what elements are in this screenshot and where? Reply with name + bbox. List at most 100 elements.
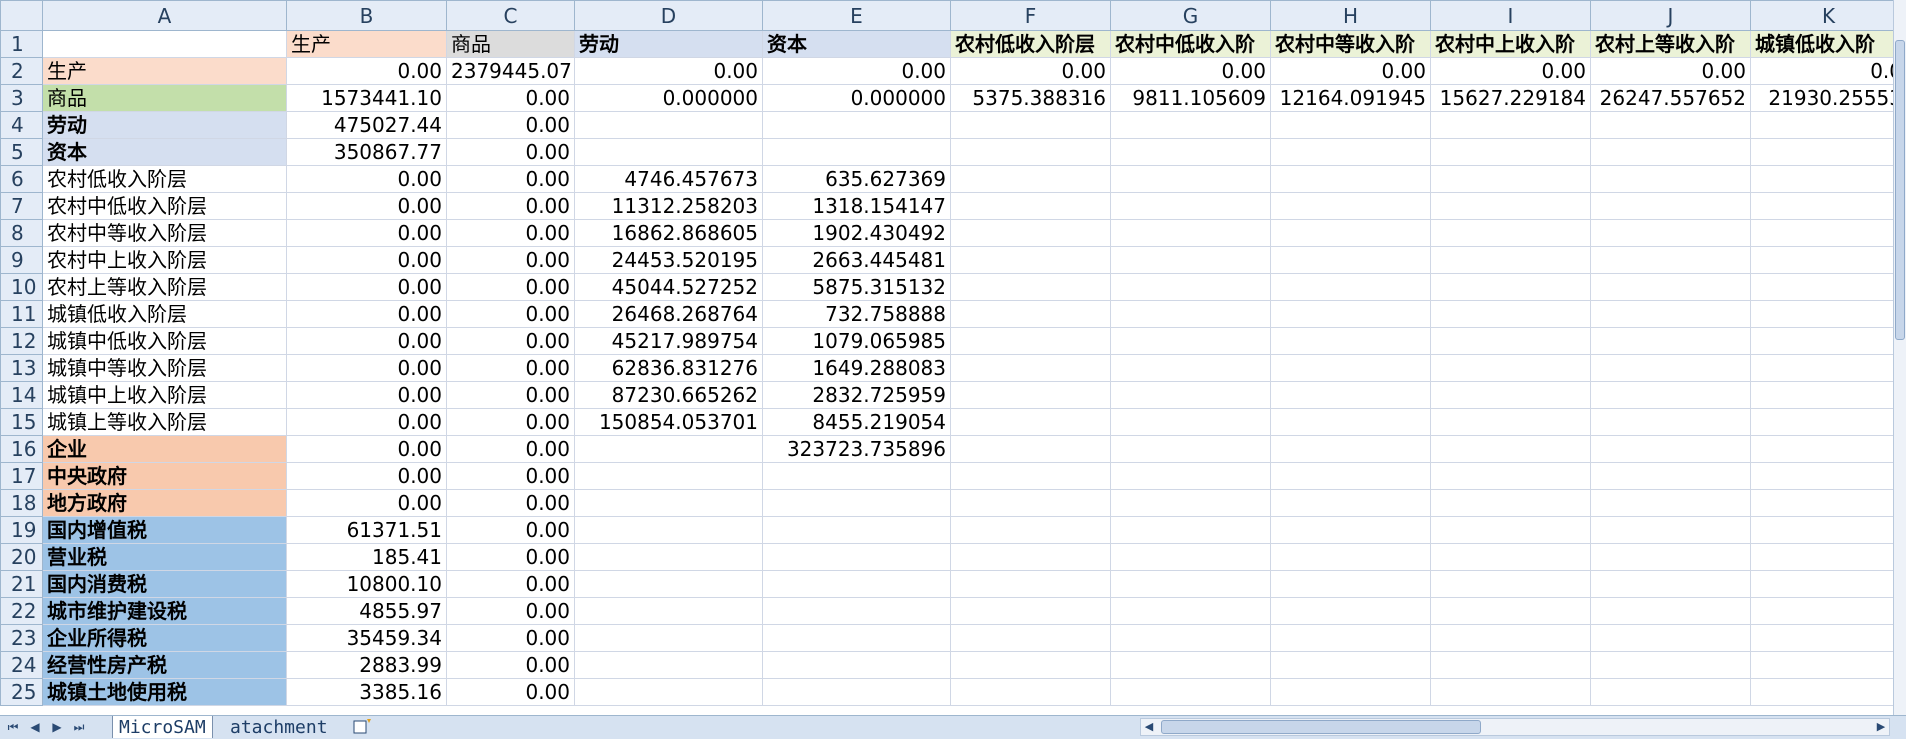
- cell-i20[interactable]: [1430, 543, 1591, 571]
- cell-k16[interactable]: [1750, 435, 1894, 463]
- cell-i12[interactable]: [1430, 327, 1591, 355]
- cell-k6[interactable]: [1750, 165, 1894, 193]
- cell-e2[interactable]: 0.00: [762, 57, 951, 85]
- cell-f20[interactable]: [950, 543, 1111, 571]
- row-header[interactable]: 10: [0, 273, 43, 301]
- cell-b5[interactable]: 350867.77: [286, 138, 447, 166]
- cell-j14[interactable]: [1590, 381, 1751, 409]
- row-header[interactable]: 22: [0, 597, 43, 625]
- cell-h12[interactable]: [1270, 327, 1431, 355]
- cell-h25[interactable]: [1270, 678, 1431, 706]
- cell-c2[interactable]: 2379445.07: [446, 57, 575, 85]
- cell-k24[interactable]: [1750, 651, 1894, 679]
- cell-a16[interactable]: 企业: [42, 435, 287, 463]
- cell-e9[interactable]: 2663.445481: [762, 246, 951, 274]
- cell-j15[interactable]: [1590, 408, 1751, 436]
- cell-f4[interactable]: [950, 111, 1111, 139]
- row-header[interactable]: 20: [0, 543, 43, 571]
- cell-c8[interactable]: 0.00: [446, 219, 575, 247]
- cell-a17[interactable]: 中央政府: [42, 462, 287, 490]
- cell-c17[interactable]: 0.00: [446, 462, 575, 490]
- cell-f8[interactable]: [950, 219, 1111, 247]
- cell-i23[interactable]: [1430, 624, 1591, 652]
- cell-a10[interactable]: 农村上等收入阶层: [42, 273, 287, 301]
- cell-e18[interactable]: [762, 489, 951, 517]
- cell-d25[interactable]: [574, 678, 763, 706]
- cell-j25[interactable]: [1590, 678, 1751, 706]
- cell-e22[interactable]: [762, 597, 951, 625]
- cell-i14[interactable]: [1430, 381, 1591, 409]
- cell-i5[interactable]: [1430, 138, 1591, 166]
- cell-g4[interactable]: [1110, 111, 1271, 139]
- cell-h3[interactable]: 12164.091945: [1270, 84, 1431, 112]
- cell-a23[interactable]: 企业所得税: [42, 624, 287, 652]
- horizontal-scroll-thumb[interactable]: [1161, 720, 1481, 734]
- cell-k5[interactable]: [1750, 138, 1894, 166]
- cell-b25[interactable]: 3385.16: [286, 678, 447, 706]
- cell-h19[interactable]: [1270, 516, 1431, 544]
- column-header-k[interactable]: K: [1750, 0, 1894, 31]
- cell-g13[interactable]: [1110, 354, 1271, 382]
- cell-a2[interactable]: 生产: [42, 57, 287, 85]
- cell-c3[interactable]: 0.00: [446, 84, 575, 112]
- cell-f12[interactable]: [950, 327, 1111, 355]
- cell-c20[interactable]: 0.00: [446, 543, 575, 571]
- cell-b11[interactable]: 0.00: [286, 300, 447, 328]
- cell-a14[interactable]: 城镇中上收入阶层: [42, 381, 287, 409]
- last-sheet-button[interactable]: ⏭: [70, 718, 88, 736]
- cell-i1[interactable]: 农村中上收入阶: [1430, 30, 1591, 58]
- cell-h23[interactable]: [1270, 624, 1431, 652]
- cell-c14[interactable]: 0.00: [446, 381, 575, 409]
- cell-k8[interactable]: [1750, 219, 1894, 247]
- cell-i16[interactable]: [1430, 435, 1591, 463]
- cell-h5[interactable]: [1270, 138, 1431, 166]
- cell-d4[interactable]: [574, 111, 763, 139]
- cell-j5[interactable]: [1590, 138, 1751, 166]
- cell-k14[interactable]: [1750, 381, 1894, 409]
- cell-k17[interactable]: [1750, 462, 1894, 490]
- cell-j13[interactable]: [1590, 354, 1751, 382]
- cell-a19[interactable]: 国内增值税: [42, 516, 287, 544]
- cell-a21[interactable]: 国内消费税: [42, 570, 287, 598]
- cell-d18[interactable]: [574, 489, 763, 517]
- cell-g12[interactable]: [1110, 327, 1271, 355]
- cell-e17[interactable]: [762, 462, 951, 490]
- cell-h20[interactable]: [1270, 543, 1431, 571]
- cell-b1[interactable]: 生产: [286, 30, 447, 58]
- cell-k20[interactable]: [1750, 543, 1894, 571]
- cell-i8[interactable]: [1430, 219, 1591, 247]
- cell-a5[interactable]: 资本: [42, 138, 287, 166]
- cell-c16[interactable]: 0.00: [446, 435, 575, 463]
- cell-f3[interactable]: 5375.388316: [950, 84, 1111, 112]
- cell-f6[interactable]: [950, 165, 1111, 193]
- cell-f23[interactable]: [950, 624, 1111, 652]
- cell-c18[interactable]: 0.00: [446, 489, 575, 517]
- cell-h10[interactable]: [1270, 273, 1431, 301]
- column-header-c[interactable]: C: [446, 0, 575, 31]
- cell-h8[interactable]: [1270, 219, 1431, 247]
- row-header[interactable]: 3: [0, 84, 43, 112]
- cell-b3[interactable]: 1573441.10: [286, 84, 447, 112]
- cell-h11[interactable]: [1270, 300, 1431, 328]
- cell-a7[interactable]: 农村中低收入阶层: [42, 192, 287, 220]
- cell-b7[interactable]: 0.00: [286, 192, 447, 220]
- cell-a24[interactable]: 经营性房产税: [42, 651, 287, 679]
- sheet-tab-atachment[interactable]: atachment: [224, 716, 334, 738]
- row-header[interactable]: 8: [0, 219, 43, 247]
- cell-h2[interactable]: 0.00: [1270, 57, 1431, 85]
- cell-k9[interactable]: [1750, 246, 1894, 274]
- cell-i21[interactable]: [1430, 570, 1591, 598]
- cell-b17[interactable]: 0.00: [286, 462, 447, 490]
- cell-h9[interactable]: [1270, 246, 1431, 274]
- cell-b20[interactable]: 185.41: [286, 543, 447, 571]
- cell-f1[interactable]: 农村低收入阶层: [950, 30, 1111, 58]
- cell-j3[interactable]: 26247.557652: [1590, 84, 1751, 112]
- cell-k3[interactable]: 21930.25553: [1750, 84, 1894, 112]
- cell-d19[interactable]: [574, 516, 763, 544]
- cell-j7[interactable]: [1590, 192, 1751, 220]
- cell-k1[interactable]: 城镇低收入阶: [1750, 30, 1894, 58]
- cell-k15[interactable]: [1750, 408, 1894, 436]
- cell-g25[interactable]: [1110, 678, 1271, 706]
- cell-j17[interactable]: [1590, 462, 1751, 490]
- row-header[interactable]: 16: [0, 435, 43, 463]
